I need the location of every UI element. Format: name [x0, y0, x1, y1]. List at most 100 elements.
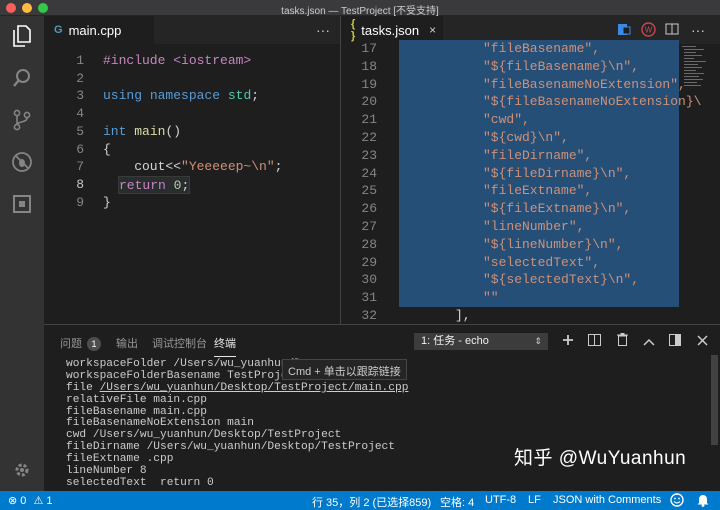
- extension-w-icon[interactable]: W: [641, 22, 656, 40]
- terminal-scrollbar[interactable]: [711, 355, 718, 445]
- tab-main-cpp[interactable]: G main.cpp: [44, 16, 154, 44]
- title-bar: tasks.json — TestProject [不受支持]: [0, 0, 720, 17]
- line-number: 32: [361, 308, 377, 323]
- encoding[interactable]: UTF-8: [485, 494, 516, 506]
- line-number: 4: [76, 106, 84, 122]
- code-line: "${cwd}\n",: [483, 130, 569, 145]
- code-line: "${fileBasename}\n",: [483, 58, 640, 74]
- error-icon: ⊗: [8, 495, 18, 507]
- file-link[interactable]: /Users/wu_yuanhun/Desktop/TestProject/ma…: [100, 382, 409, 394]
- split-terminal-icon[interactable]: [586, 333, 602, 349]
- line-number: 29: [361, 254, 377, 270]
- tab-debug-console[interactable]: 调试控制台: [152, 335, 207, 351]
- line-number: 6: [76, 141, 84, 157]
- files-icon[interactable]: [8, 22, 36, 50]
- code-line: cout<<"Yeeeeep~\n";: [103, 159, 283, 175]
- left-editor: G main.cpp ··· 1 2 3 4 5 6 7 8 9 #include <iostre…: [44, 16, 340, 324]
- language-mode[interactable]: JSON with Comments: [553, 494, 661, 506]
- code-line: "${fileExtname}\n",: [483, 201, 632, 217]
- toggle-panel-icon[interactable]: [667, 333, 683, 349]
- code-line: "fileExtname",: [483, 183, 593, 199]
- minimap[interactable]: [678, 44, 708, 104]
- warning-count: 1: [46, 495, 53, 507]
- code-line: {: [103, 141, 111, 157]
- code-line: "${fileDirname}\n",: [483, 165, 632, 181]
- extensions-icon[interactable]: [8, 190, 36, 218]
- split-editor-icon[interactable]: [665, 22, 679, 39]
- left-tab-row: G main.cpp ···: [44, 16, 340, 44]
- code-line: using namespace std;: [103, 88, 260, 104]
- line-number: 23: [361, 147, 377, 163]
- code-line: "cwd",: [483, 112, 530, 128]
- terminal-line: selectedText return 0: [66, 476, 214, 489]
- trash-icon[interactable]: [614, 333, 630, 349]
- line-number: 24: [361, 165, 377, 181]
- code-line: "": [483, 290, 499, 306]
- line-number: 9: [76, 194, 84, 210]
- close-tab-icon[interactable]: ×: [429, 23, 436, 37]
- terminal-line: relativeFile main.cpp: [66, 393, 207, 406]
- tab-label: 问题: [60, 338, 82, 350]
- tab-problems[interactable]: 问题 1: [60, 335, 101, 351]
- chevron-updown-icon: ⇕: [534, 336, 542, 346]
- tab-output[interactable]: 输出: [116, 335, 138, 351]
- code-line: ],: [455, 308, 471, 323]
- code-line: "${selectedText}\n",: [483, 272, 640, 288]
- line-number: 7: [76, 159, 84, 175]
- search-icon[interactable]: [8, 64, 36, 92]
- code-line: "${fileBasenameNoExtension}\: [483, 94, 702, 110]
- line-number: 25: [361, 183, 377, 199]
- code-line: int main(): [103, 123, 182, 139]
- line-number: 8: [76, 176, 84, 192]
- terminal-select[interactable]: 1: 任务 - echo ⇕: [414, 333, 548, 350]
- line-number: 20: [361, 94, 377, 110]
- line-number: 22: [361, 130, 377, 145]
- activity-bar: [0, 16, 44, 494]
- tab-label: main.cpp: [68, 22, 122, 38]
- status-bar: ⊗ 0 ⚠ 1 行 35，列 2 (已选择859) 空格: 4 UTF-8 LF…: [0, 491, 720, 510]
- indentation[interactable]: 空格: 4: [440, 494, 474, 510]
- json-file-icon: { }: [351, 18, 356, 42]
- right-editor: { } tasks.json × W ··· 17 18 19 20 21 22 23 24 2…: [341, 16, 720, 324]
- line-number: 3: [76, 88, 84, 104]
- line-number: 27: [361, 219, 377, 234]
- cursor-position[interactable]: 行 35，列 2 (已选择859): [312, 494, 431, 510]
- line-number: 17: [361, 41, 377, 56]
- line-number: 21: [361, 112, 377, 128]
- line-number: 5: [76, 123, 84, 139]
- more-actions-icon[interactable]: ···: [316, 22, 330, 38]
- debug-icon[interactable]: [8, 148, 36, 176]
- line-number: 31: [361, 290, 377, 306]
- code-line: "fileBasenameNoExtension",: [483, 76, 686, 92]
- code-line: "fileDirname",: [483, 147, 593, 163]
- code-line: "lineNumber",: [483, 219, 585, 234]
- code-line: "${lineNumber}\n",: [483, 236, 624, 252]
- feedback-smiley-icon[interactable]: [670, 493, 684, 510]
- more-actions-icon[interactable]: ···: [691, 22, 705, 38]
- problems-status[interactable]: ⊗ 0 ⚠ 1: [8, 494, 53, 507]
- terminal-line: file /Users/wu_yuanhun/Desktop/TestProje…: [66, 381, 409, 394]
- end-of-line[interactable]: LF: [528, 494, 541, 506]
- code-line: #include <iostream>: [103, 53, 252, 68]
- code-line: return 0;: [118, 175, 191, 194]
- close-panel-icon[interactable]: [694, 333, 710, 349]
- line-number: 19: [361, 76, 377, 92]
- code-line: }: [103, 194, 111, 210]
- tab-terminal[interactable]: 终端: [214, 335, 236, 357]
- panel-tabs: 问题 1 输出 调试控制台 终端 1: 任务 - echo ⇕: [44, 325, 720, 357]
- open-preview-icon[interactable]: [617, 22, 631, 39]
- tab-label: tasks.json: [361, 22, 420, 38]
- gear-icon[interactable]: [8, 456, 36, 484]
- chevron-up-icon[interactable]: [641, 333, 657, 349]
- notifications-bell-icon[interactable]: [697, 493, 709, 510]
- new-terminal-icon[interactable]: [560, 333, 576, 349]
- link-tooltip: Cmd + 单击以跟踪链接: [282, 359, 407, 380]
- window-title: tasks.json — TestProject [不受支持]: [281, 6, 439, 17]
- svg-text:W: W: [645, 26, 653, 35]
- source-control-icon[interactable]: [8, 106, 36, 134]
- line-number: 30: [361, 272, 377, 288]
- problems-count-badge: 1: [87, 337, 101, 351]
- code-line: "selectedText",: [483, 254, 601, 270]
- line-number: 1: [76, 53, 84, 68]
- cpp-file-icon: G: [54, 24, 63, 36]
